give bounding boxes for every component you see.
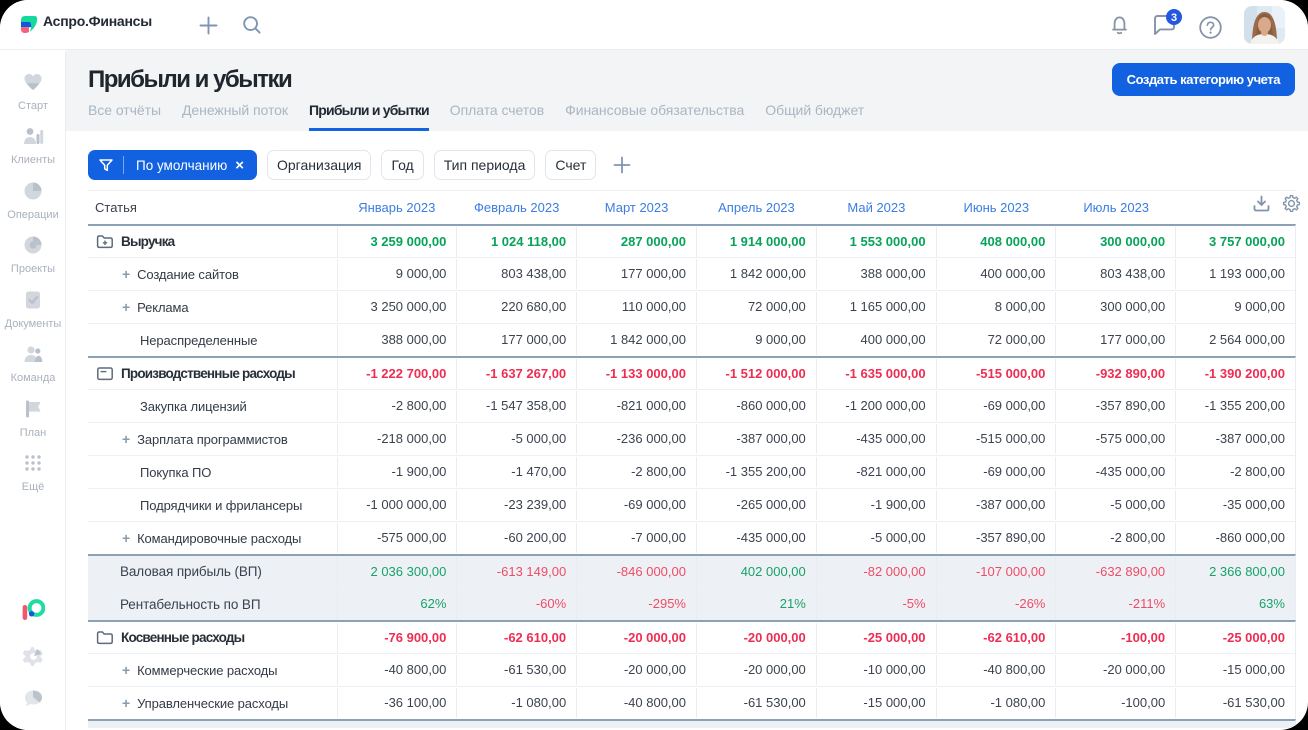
svg-text:3: 3: [1171, 12, 1177, 24]
